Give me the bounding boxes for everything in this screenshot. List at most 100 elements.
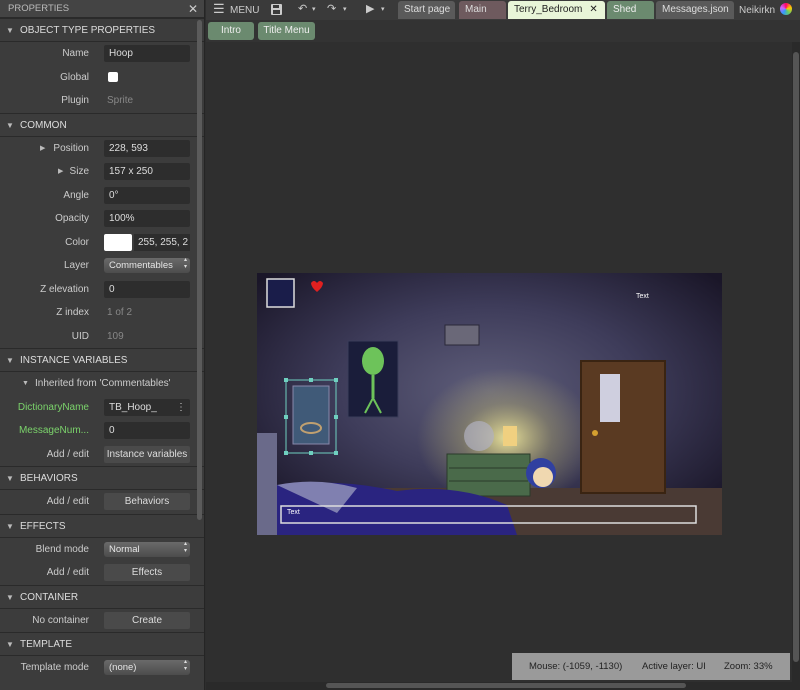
- plugin-label: Plugin: [61, 95, 89, 106]
- z-elevation-field[interactable]: 0: [104, 280, 190, 298]
- message-num-label: MessageNum...: [18, 425, 89, 436]
- size-label: Size: [69, 166, 89, 177]
- section-template[interactable]: ▼ TEMPLATE: [0, 632, 204, 656]
- position-field[interactable]: 228, 593: [104, 139, 190, 157]
- create-container-button[interactable]: Create: [104, 611, 190, 629]
- resize-handle[interactable]: [334, 451, 338, 455]
- color-field[interactable]: 255, 255, 2: [134, 233, 190, 251]
- resize-handle[interactable]: [284, 451, 288, 455]
- resize-handle[interactable]: [334, 378, 338, 382]
- no-container-label: No container: [32, 614, 89, 626]
- uid-value: 109: [107, 330, 124, 342]
- prop-color: Color 255, 255, 2: [0, 231, 204, 255]
- template-mode-select[interactable]: (none): [104, 659, 190, 675]
- close-tab-icon[interactable]: ✕: [589, 4, 597, 15]
- section-common[interactable]: ▼ COMMON: [0, 112, 204, 137]
- layout-subtabs: Intro Title Menu: [206, 20, 800, 42]
- text-object-dialogue[interactable]: Text: [287, 509, 300, 516]
- scene-viewport[interactable]: Text Text: [257, 273, 722, 535]
- save-icon[interactable]: [270, 3, 283, 16]
- chevron-down-icon[interactable]: ▾: [312, 5, 316, 13]
- add-edit-label: Add / edit: [46, 496, 89, 507]
- resize-handle[interactable]: [284, 378, 288, 382]
- name-label: Name: [62, 48, 89, 59]
- tab-messages-json[interactable]: Messages.json: [656, 1, 734, 19]
- color-swatch[interactable]: [104, 233, 132, 251]
- angle-field[interactable]: 0°: [104, 186, 190, 204]
- section-instance-variables[interactable]: ▼ INSTANCE VARIABLES: [0, 348, 204, 372]
- scrollbar-thumb[interactable]: [326, 683, 686, 688]
- play-icon[interactable]: ▶: [366, 2, 374, 15]
- properties-scrollbar[interactable]: [197, 20, 202, 520]
- chevron-down-icon[interactable]: ▾: [381, 5, 385, 13]
- layer-label: Layer: [63, 260, 89, 271]
- horizontal-scrollbar[interactable]: [206, 682, 800, 690]
- section-title: TEMPLATE: [20, 639, 73, 650]
- avatar-icon[interactable]: [780, 3, 792, 15]
- z-elevation-label: Z elevation: [40, 283, 89, 295]
- dictionary-name-field[interactable]: TB_Hoop_ ⋮: [104, 398, 190, 416]
- collapse-icon: ▼: [6, 474, 14, 483]
- more-icon[interactable]: ⋮: [176, 399, 186, 416]
- subtab-title-menu[interactable]: Title Menu: [258, 22, 315, 40]
- section-title: COMMON: [20, 119, 67, 131]
- zoom-level: Zoom: 33%: [724, 661, 773, 672]
- global-checkbox[interactable]: [108, 71, 118, 82]
- tab-label: Terry_Bedroom: [514, 4, 583, 15]
- app-window: PROPERTIES ✕ ▼ OBJECT TYPE PROPERTIES Na…: [0, 0, 800, 690]
- blend-mode-select[interactable]: Normal: [104, 541, 190, 557]
- opacity-label: Opacity: [55, 213, 89, 224]
- behaviors-button[interactable]: Behaviors: [104, 493, 190, 510]
- close-icon[interactable]: ✕: [188, 0, 198, 18]
- section-title: OBJECT TYPE PROPERTIES: [20, 25, 156, 36]
- hamburger-menu-icon[interactable]: ☰: [213, 1, 225, 17]
- tab-label: Messages.json: [662, 4, 729, 15]
- uid-label: UID: [71, 330, 89, 342]
- resize-handle[interactable]: [284, 415, 288, 419]
- prop-template-mode: Template mode (none): [0, 656, 204, 680]
- inherited-label: Inherited from 'Commentables': [35, 378, 171, 389]
- text-object-top[interactable]: Text: [636, 293, 649, 300]
- behaviors-edit: Add / edit Behaviors: [0, 490, 204, 514]
- tab-shed[interactable]: Shed: [607, 1, 654, 19]
- properties-panel: PROPERTIES ✕ ▼ OBJECT TYPE PROPERTIES Na…: [0, 0, 205, 690]
- vertical-scrollbar[interactable]: [792, 42, 800, 682]
- undo-icon[interactable]: ↶: [298, 2, 307, 15]
- collapse-icon: ▼: [6, 26, 14, 35]
- resize-handle[interactable]: [334, 415, 338, 419]
- instance-variables-button[interactable]: Instance variables: [104, 445, 190, 463]
- expand-icon[interactable]: ▶: [40, 137, 45, 160]
- prop-z-elevation: Z elevation 0: [0, 278, 204, 302]
- instance-vars-edit: Add / edit Instance variables: [0, 443, 204, 467]
- position-label: Position: [53, 142, 89, 154]
- collapse-icon: ▼: [6, 592, 14, 602]
- chevron-down-icon[interactable]: ▾: [343, 5, 347, 13]
- scrollbar-thumb[interactable]: [793, 52, 799, 662]
- effects-button[interactable]: Effects: [104, 564, 190, 581]
- tab-terry-bedroom[interactable]: Terry_Bedroom ✕: [508, 1, 605, 19]
- section-effects[interactable]: ▼ EFFECTS: [0, 513, 204, 538]
- subtab-intro[interactable]: Intro: [208, 22, 254, 40]
- size-field[interactable]: 157 x 250: [104, 163, 190, 180]
- status-bar: Mouse: (-1059, -1130) Active layer: UI Z…: [512, 653, 790, 680]
- resize-handle[interactable]: [309, 451, 313, 455]
- section-object-type[interactable]: ▼ OBJECT TYPE PROPERTIES: [0, 18, 204, 42]
- resize-handle[interactable]: [309, 378, 313, 382]
- inherited-group[interactable]: ▼ Inherited from 'Commentables': [0, 372, 204, 396]
- redo-icon[interactable]: ↷: [327, 2, 336, 15]
- menu-label[interactable]: MENU: [230, 5, 259, 16]
- prop-blend-mode: Blend mode Normal: [0, 538, 204, 562]
- expand-icon[interactable]: ▶: [58, 160, 63, 183]
- section-container[interactable]: ▼ CONTAINER: [0, 584, 204, 609]
- prop-uid: UID 109: [0, 325, 204, 349]
- tab-main[interactable]: Main: [459, 1, 506, 19]
- name-field[interactable]: Hoop: [104, 45, 190, 62]
- prop-plugin: Plugin Sprite: [0, 89, 204, 113]
- user-name[interactable]: Neikirkn: [739, 5, 775, 16]
- tab-start-page[interactable]: Start page: [398, 1, 455, 19]
- opacity-field[interactable]: 100%: [104, 210, 190, 227]
- section-behaviors[interactable]: ▼ BEHAVIORS: [0, 466, 204, 490]
- layer-select[interactable]: Commentables: [104, 257, 190, 273]
- message-num-field[interactable]: 0: [104, 422, 190, 439]
- properties-title: PROPERTIES: [8, 3, 70, 14]
